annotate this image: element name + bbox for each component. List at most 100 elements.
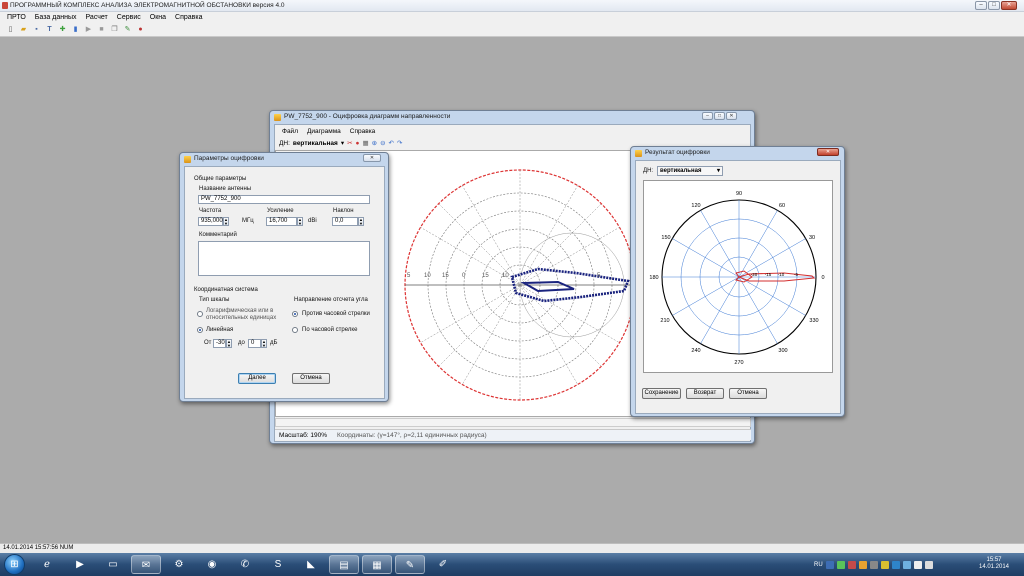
pencil-icon[interactable]: ✎ [123, 25, 132, 34]
undo-icon[interactable]: ↶ [389, 139, 394, 147]
outlook-icon[interactable]: ✉ [131, 555, 161, 574]
tray-app-icon[interactable] [836, 560, 845, 569]
to-stepper[interactable]: ▲ ▼ [261, 339, 267, 348]
lang-indicator[interactable]: RU [814, 562, 823, 568]
frequency-unit: МГц [242, 218, 254, 224]
digitizer-controls: – □ ✕ [702, 112, 737, 120]
viber-icon[interactable]: ✆ [230, 555, 260, 574]
app-toolbar: ▯ ▰ ▪ T ✚ ▮ ▶ ■ ❐ ✎ ● [0, 23, 1024, 37]
comment-input[interactable] [198, 241, 370, 276]
paint-icon[interactable]: ✐ [428, 555, 458, 574]
chevron-down-icon: ▾ [716, 168, 720, 174]
save-icon[interactable]: ▪ [32, 25, 41, 34]
app-titlebar: ПРОГРАММНЫЙ КОМПЛЕКС АНАЛИЗА ЭЛЕКТРОМАГН… [0, 0, 1024, 12]
tilt-input[interactable]: 0,0 [332, 217, 358, 226]
next-button[interactable]: Далее [238, 373, 276, 384]
cancel-button[interactable]: Отмена [292, 373, 330, 384]
menu-help[interactable]: Справка [175, 14, 202, 21]
record-tool-icon[interactable]: ● [356, 140, 360, 147]
maximize-button[interactable]: □ [988, 1, 1000, 10]
frequency-input[interactable]: 935,000 [198, 217, 223, 226]
zoom-out-icon[interactable]: ⊖ [380, 139, 385, 147]
antenna-name-input[interactable]: PW_7752_900 [198, 195, 370, 204]
ccw-radio[interactable] [292, 311, 298, 317]
menu-diagram[interactable]: Диаграмма [307, 128, 341, 135]
result-controls: ✕ [817, 148, 839, 156]
minimize-button[interactable]: – [975, 1, 987, 10]
image-tick: 10 [424, 273, 431, 279]
back-button[interactable]: Возврат [686, 388, 724, 399]
app-window-controls: – □ ✕ [975, 1, 1017, 10]
to-input[interactable]: 0 [248, 339, 261, 348]
start-button[interactable]: ⊞ [4, 554, 25, 575]
angle-label: 30 [809, 235, 815, 241]
linear-scale-radio[interactable] [197, 327, 203, 333]
tray-app-icon[interactable] [858, 560, 867, 569]
ie-icon[interactable]: ℯ [32, 555, 62, 574]
dn-select[interactable]: вертикальная [293, 140, 338, 147]
pdf-icon[interactable]: ◣ [296, 555, 326, 574]
result-dn-value: вертикальная [660, 168, 702, 174]
chevron-down-icon[interactable]: ▾ [341, 139, 344, 147]
digitizer-close-button[interactable]: ✕ [726, 112, 737, 120]
result-close-button[interactable]: ✕ [817, 148, 839, 156]
digitizer-minimize-button[interactable]: – [702, 112, 713, 120]
folder-icon[interactable]: ▤ [329, 555, 359, 574]
tray-app-icon[interactable] [902, 560, 911, 569]
stop-icon[interactable]: ■ [97, 25, 106, 34]
from-stepper[interactable]: ▲ ▼ [226, 339, 232, 348]
play-icon[interactable]: ▶ [84, 25, 93, 34]
gain-input[interactable]: 16,700 [266, 217, 297, 226]
save-button[interactable]: Сохранение [642, 388, 681, 399]
media-player-icon[interactable]: ▶ [65, 555, 95, 574]
tray-app-icon[interactable] [891, 560, 900, 569]
skype-icon[interactable]: S [263, 555, 293, 574]
tilt-stepper[interactable]: ▲ ▼ [358, 217, 364, 226]
angle-label: 330 [809, 318, 818, 324]
pointer-tool-icon[interactable]: ✂ [347, 139, 352, 147]
log-scale-radio[interactable] [197, 311, 203, 317]
open-folder-icon[interactable]: ▰ [19, 25, 28, 34]
result-polar-plot: 90 60 30 0 330 300 270 240 210 180 150 1… [643, 180, 833, 373]
network-tray-icon[interactable] [913, 560, 922, 569]
horizontal-scrollbar[interactable] [275, 418, 751, 427]
clock-date: 14.01.2014 [978, 564, 1010, 570]
menu-calc[interactable]: Расчет [86, 14, 108, 21]
tray-app-icon[interactable] [847, 560, 856, 569]
digitizer-maximize-button[interactable]: □ [714, 112, 725, 120]
tray-app-icon[interactable] [869, 560, 878, 569]
chrome-icon[interactable]: ◉ [197, 555, 227, 574]
antenna-icon[interactable]: T [45, 25, 54, 34]
new-file-icon[interactable]: ▯ [6, 25, 15, 34]
from-input[interactable]: -30 [213, 339, 226, 348]
calculator-icon[interactable]: ▦ [362, 555, 392, 574]
copy-icon[interactable]: ❐ [110, 25, 119, 34]
clock[interactable]: 15:57 14.01.2014 [972, 557, 1016, 571]
result-dn-select[interactable]: вертикальная ▾ [657, 166, 723, 176]
tray-app-icon[interactable] [880, 560, 889, 569]
result-title: Результат оцифровки [645, 149, 710, 156]
network-icon[interactable]: ⚙ [164, 555, 194, 574]
document-icon[interactable]: ▮ [71, 25, 80, 34]
record-icon[interactable]: ● [136, 25, 145, 34]
redo-icon[interactable]: ↷ [397, 139, 402, 147]
add-icon[interactable]: ✚ [58, 25, 67, 34]
menu-service[interactable]: Сервис [117, 14, 141, 21]
menu-file[interactable]: Файл [282, 128, 298, 135]
cw-radio[interactable] [292, 327, 298, 333]
edit-app-icon[interactable]: ✎ [395, 555, 425, 574]
params-close-button[interactable]: ✕ [363, 154, 381, 162]
volume-icon[interactable] [924, 560, 933, 569]
menu-windows[interactable]: Окна [150, 14, 166, 21]
zoom-in-icon[interactable]: ⊕ [372, 139, 377, 147]
menu-help-digi[interactable]: Справка [350, 128, 376, 135]
menu-database[interactable]: База данных [35, 14, 77, 21]
gain-stepper[interactable]: ▲ ▼ [297, 217, 303, 226]
close-button[interactable]: ✕ [1001, 1, 1017, 10]
result-cancel-button[interactable]: Отмена [729, 388, 767, 399]
explorer-icon[interactable]: ▭ [98, 555, 128, 574]
tray-app-icon[interactable] [825, 560, 834, 569]
menu-prto[interactable]: ПРТО [7, 14, 26, 21]
grid-tool-icon[interactable]: ▦ [362, 139, 368, 147]
frequency-stepper[interactable]: ▲ ▼ [223, 217, 229, 226]
